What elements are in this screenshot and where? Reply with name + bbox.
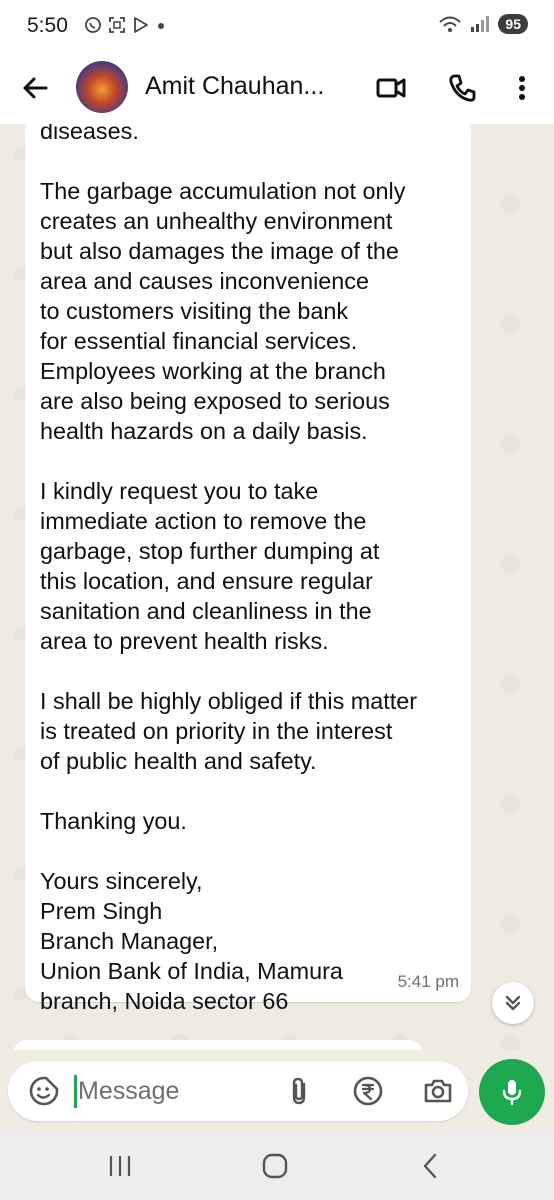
message-line: diseases.	[40, 124, 139, 144]
message-paragraph: Yours sincerely, Prem Singh Branch Manager…	[40, 866, 465, 1016]
rupee-payment-icon[interactable]	[352, 1075, 384, 1107]
message-line: area and causes inconvenience	[40, 268, 369, 294]
wifi-icon	[439, 16, 462, 32]
message-line: health hazards on a daily basis.	[40, 418, 368, 444]
chat-area[interactable]: diseases. The garbage accumulation not o…	[0, 124, 554, 1050]
chat-header: Amit Chauhan...	[0, 52, 554, 125]
voice-call-icon[interactable]	[446, 72, 478, 104]
message-line: sanitation and cleanliness in the	[40, 598, 372, 624]
message-line: I shall be highly obliged if this matter	[40, 688, 418, 714]
message-line: garbage, stop further dumping at	[40, 538, 380, 564]
message-line: but also damages the image of the	[40, 238, 399, 264]
contact-name[interactable]: Amit Chauhan...	[145, 72, 324, 101]
video-call-icon[interactable]	[375, 72, 407, 104]
message-composer	[8, 1061, 468, 1121]
next-message-bubble[interactable]	[13, 1040, 423, 1050]
message-paragraph: Thanking you.	[40, 806, 465, 836]
message-line: Prem Singh	[40, 898, 163, 924]
camera-icon[interactable]	[422, 1075, 454, 1107]
more-options-icon[interactable]	[506, 72, 538, 104]
dot-icon	[158, 23, 164, 29]
message-line: of public health and safety.	[40, 748, 317, 774]
contact-avatar[interactable]	[76, 61, 128, 113]
play-store-icon	[134, 17, 148, 33]
battery-level: 95	[498, 14, 528, 34]
home-icon[interactable]	[260, 1151, 290, 1181]
message-paragraph: I shall be highly obliged if this matter…	[40, 686, 465, 776]
message-line: is treated on priority in the interest	[40, 718, 393, 744]
status-bar: 5:50 95	[0, 0, 554, 52]
microphone-icon	[502, 1080, 522, 1106]
message-text: diseases. The garbage accumulation not o…	[40, 124, 465, 1016]
back-arrow-icon[interactable]	[20, 72, 52, 104]
message-line: Yours sincerely,	[40, 868, 203, 894]
message-line: Branch Manager,	[40, 928, 219, 954]
message-line: Employees working at the branch	[40, 358, 386, 384]
message-line: immediate action to remove the	[40, 508, 367, 534]
message-timestamp: 5:41 pm	[397, 972, 459, 991]
message-line: The garbage accumulation not only	[40, 178, 406, 204]
double-chevron-down-icon	[505, 995, 521, 1011]
screenshot-icon	[109, 17, 125, 33]
whatsapp-icon	[85, 17, 101, 33]
message-paragraph: I kindly request you to take immediate ac…	[40, 476, 465, 656]
message-line: branch, Noida sector 66	[40, 988, 289, 1014]
notification-icons	[84, 16, 166, 34]
message-paragraph: The garbage accumulation not only creates…	[40, 176, 465, 446]
message-line: area to prevent health risks.	[40, 628, 329, 654]
message-line: for essential financial services.	[40, 328, 358, 354]
message-line: to customers visiting the bank	[40, 298, 349, 324]
message-line: Thanking you.	[40, 808, 187, 834]
message-line: I kindly request you to take	[40, 478, 319, 504]
message-line: this location, and ensure regular	[40, 568, 373, 594]
status-time: 5:50	[27, 14, 68, 37]
back-icon[interactable]	[416, 1151, 446, 1181]
message-line: creates an unhealthy environment	[40, 208, 393, 234]
message-bubble[interactable]: diseases. The garbage accumulation not o…	[25, 124, 471, 1014]
emoji-sticker-icon[interactable]	[28, 1075, 60, 1107]
signal-icon	[471, 16, 490, 32]
voice-message-button[interactable]	[479, 1059, 545, 1125]
scroll-to-bottom-button[interactable]	[492, 982, 534, 1024]
system-nav-bar	[0, 1131, 554, 1200]
attachment-icon[interactable]	[284, 1075, 316, 1107]
message-input[interactable]	[78, 1073, 268, 1109]
message-line: Union Bank of India, Mamura	[40, 958, 343, 984]
recents-icon[interactable]	[105, 1151, 135, 1181]
text-cursor	[74, 1075, 77, 1108]
status-right: 95	[438, 14, 528, 34]
message-line: are also being exposed to serious	[40, 388, 390, 414]
